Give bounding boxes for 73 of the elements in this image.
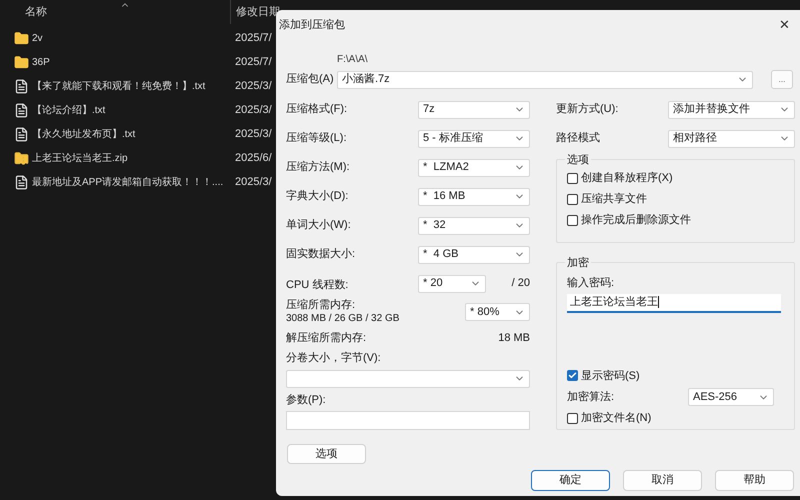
dropdown[interactable]: 7z (418, 100, 530, 118)
file-name[interactable]: 2v (32, 30, 43, 46)
field-label: 输入密码: (567, 276, 616, 291)
checkbox[interactable] (567, 194, 578, 205)
document-icon (14, 126, 29, 142)
checkbox[interactable] (567, 413, 578, 424)
browse-button[interactable]: ... (771, 70, 793, 89)
folder-icon (14, 30, 29, 46)
document-icon (14, 78, 29, 94)
column-header[interactable]: 名称 (25, 4, 230, 20)
parameters-field[interactable] (286, 411, 530, 430)
zip-folder-icon (14, 150, 29, 166)
dropdown[interactable]: * 32 (418, 216, 530, 234)
checkbox[interactable] (567, 370, 578, 382)
field-label: 解压缩所需内存: (286, 330, 366, 346)
file-name[interactable]: 最新地址及APP请发邮箱自动获取！！！.... (32, 174, 224, 190)
modified-date: 2025/3/ (235, 78, 272, 94)
field-label: 压缩方法(M): (286, 160, 350, 176)
memory-value: 18 MB (498, 330, 530, 346)
checkbox-label: 显示密码(S) (581, 368, 640, 384)
checkbox-label: 加密文件名(N) (581, 410, 652, 426)
field-label: 路径模式 (556, 131, 600, 146)
dropdown[interactable]: * 16 MB (418, 188, 530, 206)
file-name[interactable]: 【论坛介绍】.txt (32, 102, 106, 118)
checkbox-label: 创建自释放程序(X) (581, 170, 673, 186)
field-label: 单词大小(W): (286, 218, 351, 234)
field-label: 参数(P): (286, 392, 327, 408)
file-name[interactable]: 上老王论坛当老王.zip (32, 150, 128, 166)
field-label: 压缩格式(F): (286, 102, 348, 118)
window-title: 添加到压缩包 (279, 18, 345, 33)
password-field[interactable]: 上老王论坛当老王 (567, 294, 781, 314)
options-button[interactable]: 选项 (287, 444, 366, 464)
modified-date: 2025/3/ (235, 126, 272, 142)
modified-date: 2025/3/ (235, 174, 272, 190)
modified-date: 2025/6/ (235, 150, 272, 166)
modified-date: 2025/3/ (235, 102, 272, 118)
dropdown[interactable]: * 4 GB (418, 246, 530, 264)
dropdown[interactable]: * 20 (418, 274, 486, 292)
field-label: 压缩所需内存: (286, 299, 356, 312)
field-label: 加密算法: (567, 390, 614, 406)
folder-icon (14, 54, 29, 70)
field-label: 压缩等级(L): (286, 130, 346, 146)
dropdown[interactable]: AES-256 (688, 388, 774, 406)
dropdown[interactable]: * LZMA2 (418, 158, 530, 176)
field-label: 分卷大小，字节(V): (286, 350, 382, 366)
document-icon (14, 102, 29, 118)
archive-path: F:\A\A\ (337, 54, 368, 65)
field-label: 压缩包(A) (286, 72, 335, 88)
file-name[interactable]: 【永久地址发布页】.txt (32, 126, 136, 142)
field-label: 固实数据大小: (286, 246, 356, 262)
file-name[interactable]: 【来了就能下载和观看！纯免费！】.txt (32, 78, 206, 94)
field-label: 字典大小(D): (286, 188, 348, 204)
dropdown[interactable]: 5 - 标准压缩 (418, 130, 530, 148)
document-icon (14, 174, 29, 190)
field-label: 更新方式(U): (556, 102, 618, 118)
checkbox-label: 压缩共享文件 (581, 192, 647, 208)
dropdown[interactable]: * 80% (465, 303, 530, 321)
archive-name-field[interactable]: 小涵酱.7z (337, 70, 753, 88)
dialog-button[interactable]: 确定 (531, 470, 610, 491)
dropdown[interactable]: 添加并替换文件 (668, 100, 795, 118)
memory-detail: 3088 MB / 26 GB / 32 GB (286, 312, 400, 325)
dropdown[interactable]: 相对路径 (668, 130, 795, 148)
close-button[interactable]: ✕ (779, 15, 790, 35)
modified-date: 2025/7/ (235, 54, 272, 70)
field-label: CPU 线程数: (286, 278, 348, 290)
checkbox-label: 操作完成后删除源文件 (581, 212, 691, 228)
dialog-button[interactable]: 取消 (623, 470, 702, 491)
modified-date: 2025/7/ (235, 30, 272, 46)
dialog-button[interactable]: 帮助 (715, 470, 794, 491)
checkbox[interactable] (567, 173, 578, 184)
thread-max: / 20 (512, 276, 530, 292)
checkbox[interactable] (567, 215, 578, 226)
file-name[interactable]: 36P (32, 54, 50, 70)
